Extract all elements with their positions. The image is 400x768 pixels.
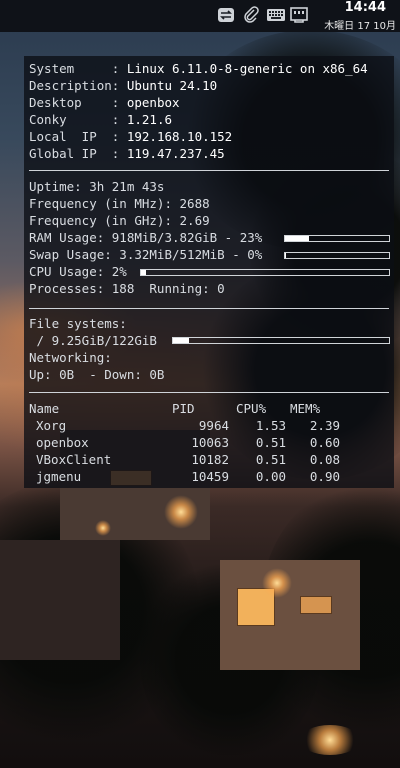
local-ip-value: 192.168.10.152 [126, 129, 233, 144]
keyboard-icon[interactable] [266, 5, 286, 25]
network-speed-text: Up: 0B - Down: 0B [29, 367, 165, 382]
ram-usage-text: RAM Usage: 918MiB/3.82GiB - 23% [29, 230, 263, 245]
paperclip-icon[interactable] [241, 5, 261, 25]
process-name: VBoxClient [36, 452, 112, 467]
system-key: System [29, 61, 75, 76]
column-header-mem: MEM% [290, 401, 321, 416]
global-ip-value: 119.47.237.45 [126, 146, 225, 161]
process-mem: 0.90 [309, 469, 340, 484]
processes-text: Processes: 188 Running: 0 [29, 281, 225, 296]
swap-usage-text: Swap Usage: 3.32MiB/512MiB - 0% [29, 247, 263, 262]
description-value: Ubuntu 24.10 [126, 78, 218, 93]
ram-usage-bar [284, 235, 390, 242]
divider [29, 392, 389, 393]
divider [29, 308, 389, 309]
process-pid: 10182 [191, 452, 229, 467]
ethernet-icon[interactable] [289, 5, 309, 25]
desktop-row: Desktop : openbox [29, 95, 180, 110]
process-cpu: 0.51 [255, 435, 286, 450]
process-cpu: 1.53 [255, 418, 286, 433]
system-row: System : Linux 6.11.0-8-generic on x86_6… [29, 61, 368, 76]
process-pid: 10063 [191, 435, 229, 450]
network-toggle-icon[interactable] [216, 5, 236, 25]
divider [29, 170, 389, 171]
fs-root-bar-fill [173, 338, 190, 343]
column-header-name: Name [29, 401, 60, 416]
conky-row: Conky : 1.21.6 [29, 112, 173, 127]
process-name: openbox [36, 435, 89, 450]
global-ip-key: Global IP [29, 146, 97, 161]
system-value: Linux 6.11.0-8-generic on x86_64 [126, 61, 368, 76]
cpu-usage-bar-fill [141, 270, 146, 275]
column-header-cpu: CPU% [236, 401, 267, 416]
ram-usage-bar-fill [285, 236, 309, 241]
fs-root-bar [172, 337, 390, 344]
clock-time[interactable]: 14:44 [345, 0, 386, 15]
desktop-key: Desktop [29, 95, 82, 110]
process-cpu: 0.51 [255, 452, 286, 467]
taskbar: 14:44 木曜日 17 10月 [0, 0, 400, 32]
desktop-value: openbox [126, 95, 180, 110]
description-row: Description: Ubuntu 24.10 [29, 78, 218, 93]
process-mem: 2.39 [309, 418, 340, 433]
process-pid: 10459 [191, 469, 229, 484]
frequency-mhz-text: Frequency (in MHz): 2688 [29, 196, 210, 211]
swap-usage-bar [284, 252, 390, 259]
fs-root-text: / 9.25GiB/122GiB [29, 333, 157, 348]
filesystems-title: File systems: [29, 316, 127, 331]
process-cpu: 0.00 [255, 469, 286, 484]
conky-key: Conky [29, 112, 67, 127]
uptime-text: Uptime: 3h 21m 43s [29, 179, 165, 194]
clock-date[interactable]: 木曜日 17 10月 [324, 17, 396, 32]
process-mem: 0.60 [309, 435, 340, 450]
global-ip-row: Global IP : 119.47.237.45 [29, 146, 225, 161]
process-name: Xorg [36, 418, 67, 433]
networking-title: Networking: [29, 350, 112, 365]
swap-usage-bar-fill [285, 253, 286, 258]
process-mem: 0.08 [309, 452, 340, 467]
column-header-pid: PID [172, 401, 195, 416]
description-key: Description [29, 78, 112, 93]
local-ip-row: Local IP : 192.168.10.152 [29, 129, 233, 144]
process-name: jgmenu [36, 469, 82, 484]
conky-panel: System : Linux 6.11.0-8-generic on x86_6… [24, 56, 394, 488]
frequency-ghz-text: Frequency (in GHz): 2.69 [29, 213, 210, 228]
cpu-usage-bar [140, 269, 390, 276]
conky-value: 1.21.6 [126, 112, 173, 127]
local-ip-key: Local IP [29, 129, 97, 144]
process-pid: 9964 [198, 418, 229, 433]
cpu-usage-text: CPU Usage: 2% [29, 264, 127, 279]
